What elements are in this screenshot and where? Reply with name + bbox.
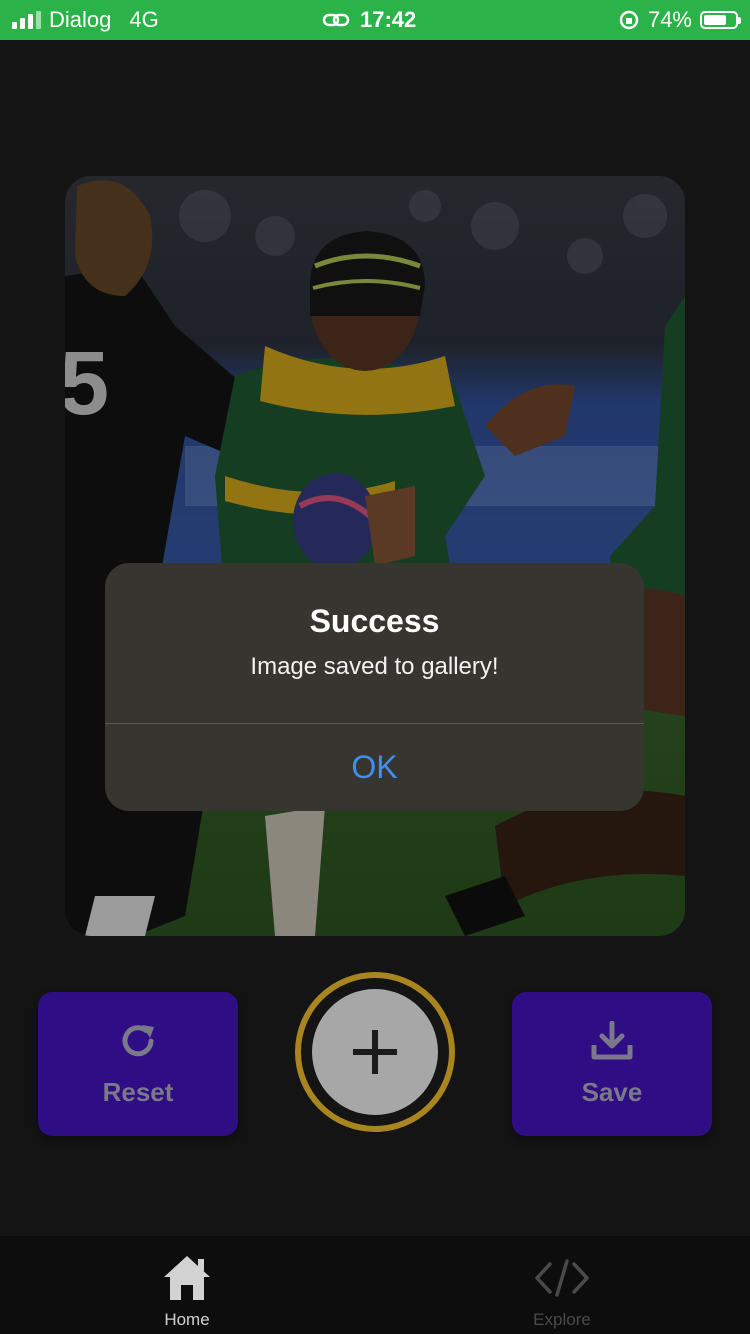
network-type: 4G	[129, 7, 159, 32]
refresh-icon	[122, 1024, 154, 1056]
success-alert: Success Image saved to gallery! OK	[105, 563, 644, 811]
tab-explore-label: Explore	[533, 1310, 591, 1329]
reset-label: Reset	[102, 1076, 174, 1107]
tab-home-label: Home	[164, 1310, 210, 1329]
signal-icon	[12, 11, 41, 29]
code-icon	[535, 1259, 589, 1297]
reset-button[interactable]: Reset	[38, 992, 238, 1136]
alert-ok-button[interactable]: OK	[105, 724, 644, 811]
battery-percent: 74%	[647, 7, 692, 32]
rugby-photo: 5	[65, 176, 685, 936]
status-bar: Dialog 4G 17:42 74%	[0, 0, 750, 40]
home-icon	[164, 1256, 210, 1300]
add-button[interactable]	[312, 989, 438, 1115]
alert-message: Image saved to gallery!	[250, 653, 499, 680]
tab-home[interactable]: Home	[87, 1236, 287, 1334]
link-icon	[322, 13, 350, 27]
save-label: Save	[581, 1076, 643, 1107]
battery-icon	[700, 11, 741, 29]
clock: 17:42	[360, 7, 417, 32]
download-icon	[591, 1020, 633, 1059]
carrier-name: Dialog	[49, 7, 112, 32]
rotation-lock-icon	[619, 10, 639, 30]
alert-title: Success	[309, 603, 440, 639]
svg-text:5: 5	[65, 334, 109, 434]
bottom-tab-bar: Home Explore	[0, 1236, 750, 1334]
plus-icon	[353, 1030, 397, 1074]
tab-explore[interactable]: Explore	[462, 1236, 662, 1334]
save-button[interactable]: Save	[512, 992, 712, 1136]
